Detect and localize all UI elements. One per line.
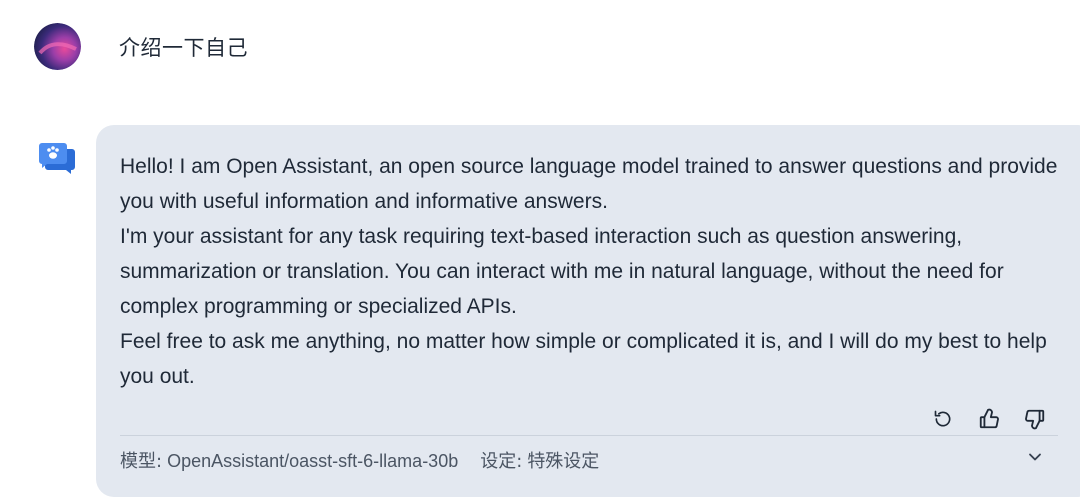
model-info: 模型: OpenAssistant/oasst-sft-6-llama-30b xyxy=(120,447,458,473)
reply-paragraph: I'm your assistant for any task requirin… xyxy=(120,225,1004,318)
message-meta: 模型: OpenAssistant/oasst-sft-6-llama-30b … xyxy=(120,447,599,473)
assistant-reply: Hello! I am Open Assistant, an open sour… xyxy=(120,149,1070,394)
reply-paragraph: Feel free to ask me anything, no matter … xyxy=(120,330,1047,388)
thumbs-down-button[interactable] xyxy=(1019,405,1051,437)
thumbs-up-icon xyxy=(978,408,1000,435)
assistant-chat-icon xyxy=(38,141,78,175)
preset-info: 设定: 特殊设定 xyxy=(480,447,599,473)
expand-meta-button[interactable] xyxy=(1019,445,1051,473)
model-label: 模型: xyxy=(120,451,163,472)
assistant-message-bubble: Hello! I am Open Assistant, an open sour… xyxy=(96,125,1080,497)
reply-paragraph: Hello! I am Open Assistant, an open sour… xyxy=(120,155,1058,213)
model-value: OpenAssistant/oasst-sft-6-llama-30b xyxy=(167,451,459,471)
thumbs-up-button[interactable] xyxy=(973,405,1005,437)
user-message-text: 介绍一下自己 xyxy=(119,35,248,60)
chevron-down-icon xyxy=(1025,447,1045,472)
regenerate-button[interactable] xyxy=(927,405,959,437)
bubble-divider xyxy=(120,435,1058,436)
user-message-row: 介绍一下自己 xyxy=(34,23,248,70)
user-avatar xyxy=(34,23,81,70)
preset-label: 设定: xyxy=(480,451,523,472)
message-actions xyxy=(927,405,1051,437)
chat-page: 介绍一下自己 Hello! I am Open Assistant, an op… xyxy=(0,0,1080,497)
preset-value: 特殊设定 xyxy=(527,451,600,472)
regenerate-icon xyxy=(933,409,953,434)
thumbs-down-icon xyxy=(1024,408,1046,435)
